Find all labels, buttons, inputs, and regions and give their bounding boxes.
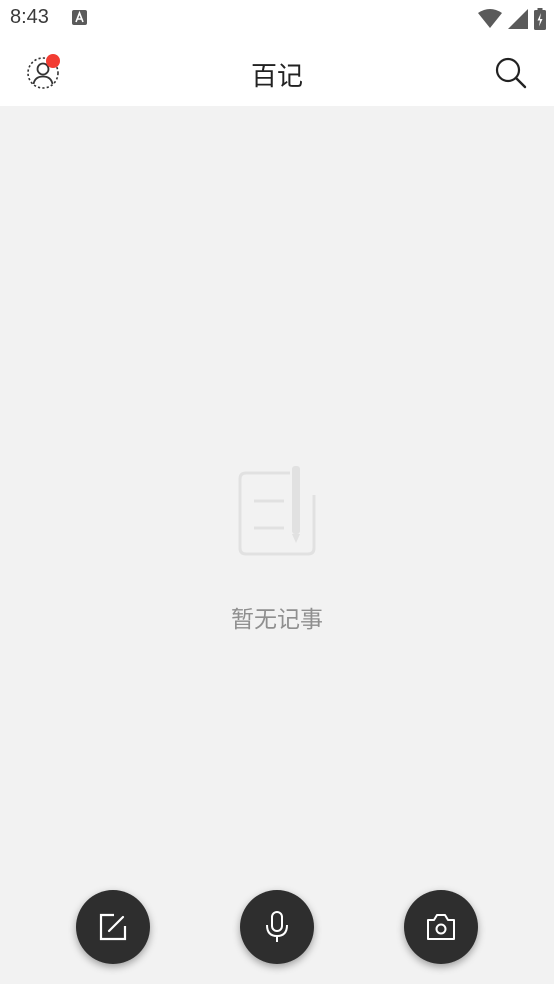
wifi-icon <box>478 9 502 28</box>
empty-state-message: 暂无记事 <box>231 607 323 633</box>
photo-note-button[interactable] <box>404 890 478 964</box>
search-button[interactable] <box>494 56 528 90</box>
app-header: 百记 <box>0 38 554 106</box>
voice-note-button[interactable] <box>240 890 314 964</box>
camera-icon <box>427 914 455 940</box>
app-title: 百记 <box>250 62 303 92</box>
battery-charging-icon <box>534 8 546 30</box>
status-bar: 8:43 <box>0 0 554 38</box>
cell-signal-icon <box>508 9 528 29</box>
note-list-area: 暂无记事 <box>0 106 554 984</box>
edit-note-icon <box>99 913 127 941</box>
status-icons <box>478 8 546 30</box>
notebook-pen-icon <box>238 466 316 556</box>
new-text-note-button[interactable] <box>76 890 150 964</box>
microphone-icon <box>266 911 288 942</box>
a-notification-icon <box>72 10 87 25</box>
search-icon <box>495 57 527 89</box>
status-time: 8:43 <box>10 6 49 28</box>
